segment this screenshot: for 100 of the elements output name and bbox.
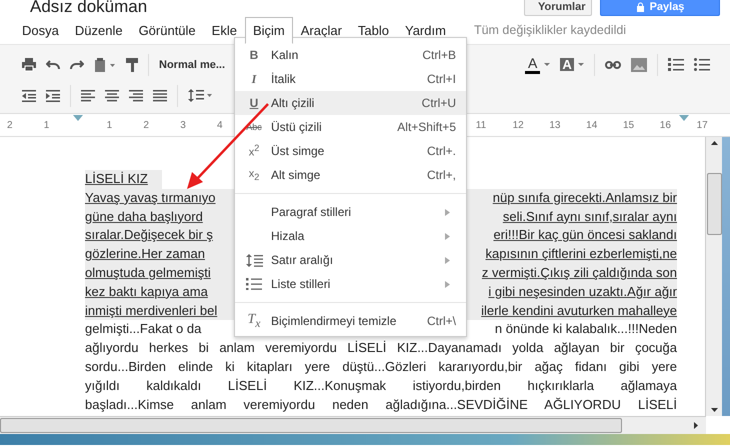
bulleted-list-icon: [246, 278, 262, 290]
ruler-number: 14: [586, 120, 598, 130]
line-spacing-icon: [246, 254, 262, 266]
bold-icon: B: [250, 48, 258, 62]
ruler-number: 13: [549, 120, 560, 130]
menu-item[interactable]: Dosya: [14, 16, 67, 44]
lock-icon: [636, 2, 645, 12]
document-text-line: gelmişti...Fakat o da: [85, 320, 202, 338]
submenu-arrow-icon: [445, 256, 450, 264]
keyboard-shortcut: Ctrl+.: [426, 144, 456, 158]
format-menu-item[interactable]: x$^{2}$ Üst simge Ctrl+.: [235, 139, 466, 163]
document-text-line: sordu...Birden elinde ki kitapları yere düştü...Gözleri kararıyordu,bir ağaç fidanı gibi yere: [85, 358, 677, 376]
keyboard-shortcut: Ctrl+U: [422, 96, 456, 110]
clipboard-icon[interactable]: [94, 58, 116, 72]
keyboard-shortcut: Alt+Shift+5: [397, 120, 456, 134]
vertical-scrollbar[interactable]: [705, 137, 722, 416]
bulleted-list-icon[interactable]: [694, 58, 710, 72]
format-menu-item[interactable]: T$_{x}$ Biçimlendirmeyi temizle Ctrl+\: [235, 309, 466, 333]
document-text-line: sıralar.Değişecek bir ş: [85, 226, 213, 244]
save-status: Tüm değişiklikler kaydedildi: [474, 23, 626, 37]
submenu-arrow-icon: [445, 208, 450, 216]
align-right-icon[interactable]: [129, 90, 143, 102]
scroll-down-icon[interactable]: [710, 408, 718, 412]
document-text-line: nüp sınıfa girecekti.Anlamsız bir: [492, 188, 677, 207]
numbered-list-icon[interactable]: [668, 58, 684, 72]
caret-icon[interactable]: [578, 63, 584, 66]
format-menu-item[interactable]: Hizala: [235, 224, 466, 248]
ruler-number: 11: [476, 120, 486, 130]
superscript-icon: x$^{2}$: [248, 143, 260, 159]
link-icon[interactable]: [604, 60, 621, 68]
document-text-line: olmuştuda gelmemişti: [85, 264, 211, 282]
paint-format-icon[interactable]: [126, 58, 138, 72]
format-menu-item[interactable]: Liste stilleri: [235, 272, 466, 296]
ruler-number: 3: [180, 120, 186, 130]
menu-item[interactable]: Biçim: [244, 16, 293, 44]
format-menu-item[interactable]: U Altı çizili Ctrl+U: [235, 91, 466, 115]
format-menu-item[interactable]: Paragraf stilleri: [235, 200, 466, 224]
document-text-line: güne daha başlıyord: [85, 208, 203, 226]
document-text-line: gözlerine.Her zaman: [85, 245, 205, 264]
keyboard-shortcut: Ctrl+B: [422, 48, 456, 62]
document-text-line: kapısının çiftlerini ezberlemişti,ne: [486, 245, 677, 264]
line-spacing-icon[interactable]: [188, 89, 212, 102]
scrollbar-thumb[interactable]: [706, 173, 722, 235]
align-center-icon[interactable]: [105, 90, 119, 102]
scroll-right-icon[interactable]: [694, 422, 698, 429]
decrease-indent-icon[interactable]: [22, 90, 36, 102]
document-text-line: ağlıyordu herkes bi anlam veremiyordu LİSELİ KIZ...Dayanamadı yolda ağlayan bir çocuğa: [85, 339, 677, 358]
italic-icon: I: [252, 72, 256, 86]
submenu-arrow-icon: [445, 280, 450, 288]
format-menu-item[interactable]: Satır aralığı: [235, 248, 466, 272]
ruler-number: 17: [696, 120, 708, 130]
clear-formatting-icon: T$_{x}$: [248, 312, 260, 330]
document-text-line: başladı...Kimse anlam veremiyordu neden ağladığına...SEVDİĞİNE AĞLIYORDU LİSELİ: [85, 396, 677, 414]
text-color-button[interactable]: A: [525, 55, 540, 74]
scroll-up-icon[interactable]: [710, 141, 718, 145]
caret-icon[interactable]: [544, 63, 550, 66]
scrollbar-thumb[interactable]: [0, 418, 622, 433]
keyboard-shortcut: Ctrl+I: [426, 72, 456, 86]
format-menu-item[interactable]: x$_{2}$ Alt simge Ctrl+,: [235, 163, 466, 187]
align-left-icon[interactable]: [81, 90, 95, 102]
document-text-line: inmişti merdivenleri bel: [85, 302, 218, 320]
format-menu-item[interactable]: B Kalın Ctrl+B: [235, 43, 466, 67]
document-text-line: seli.Sınıf aynı sınıf,sıralar aynı: [502, 208, 677, 226]
keyboard-shortcut: Ctrl+\: [426, 314, 456, 328]
ruler-number: 15: [622, 120, 634, 130]
ruler-number: 1: [44, 120, 50, 130]
highlight-color-button[interactable]: A: [560, 58, 574, 71]
document-text-line: i gibi neşesinden uzaktı.Ağır ağır: [488, 282, 677, 301]
horizontal-scrollbar[interactable]: [0, 416, 706, 434]
menu-item[interactable]: Düzenle: [66, 16, 131, 44]
print-icon[interactable]: [22, 58, 36, 71]
undo-icon[interactable]: [46, 60, 60, 70]
increase-indent-icon[interactable]: [46, 90, 60, 102]
comments-button[interactable]: Yorumlar: [524, 0, 592, 16]
ruler-number: 4: [216, 120, 223, 130]
document-heading: LİSELİ KIZ: [85, 170, 162, 189]
document-text-line: yığıldı kaldıkaldı LİSELİ KIZ...Konuşmak istiyordu,birden hıçkırıklarla ağlamaya: [85, 376, 677, 395]
ruler-number: 12: [512, 120, 524, 130]
ruler-number: 2: [7, 120, 13, 130]
underline-icon: U: [250, 96, 258, 110]
format-menu-item[interactable]: I İtalik Ctrl+I: [235, 67, 466, 91]
ruler-number: 1: [106, 120, 112, 130]
image-icon[interactable]: [630, 58, 647, 72]
keyboard-shortcut: Ctrl+,: [426, 168, 456, 182]
document-text-line: n önünde ki kalabalık...!!!Neden: [494, 320, 677, 338]
ruler-number: 2: [143, 120, 149, 130]
subscript-icon: x$_{2}$: [248, 168, 260, 182]
document-text-line: Yavaş yavaş tırmanıyo: [85, 188, 216, 207]
ruler-number: 16: [660, 120, 671, 130]
document-text-line: eri!!!Bir kaç gün öncesi saklandı: [493, 226, 677, 244]
menu-item[interactable]: Görüntüle: [130, 16, 204, 44]
document-title[interactable]: Adsız doküman: [30, 0, 148, 16]
menu-item[interactable]: Ekle: [204, 16, 245, 44]
justify-icon[interactable]: [153, 90, 167, 102]
redo-icon[interactable]: [70, 60, 84, 70]
submenu-arrow-icon: [445, 232, 450, 240]
document-text-line: z vermişti.Çıkış zili çaldığında son: [482, 264, 677, 282]
paragraph-style-dropdown[interactable]: Normal me...: [159, 58, 226, 70]
document-text-line: kez baktı kapıya ama: [85, 282, 208, 301]
document-text-line: ilerle kendini avuturken mahalleye: [481, 302, 677, 320]
